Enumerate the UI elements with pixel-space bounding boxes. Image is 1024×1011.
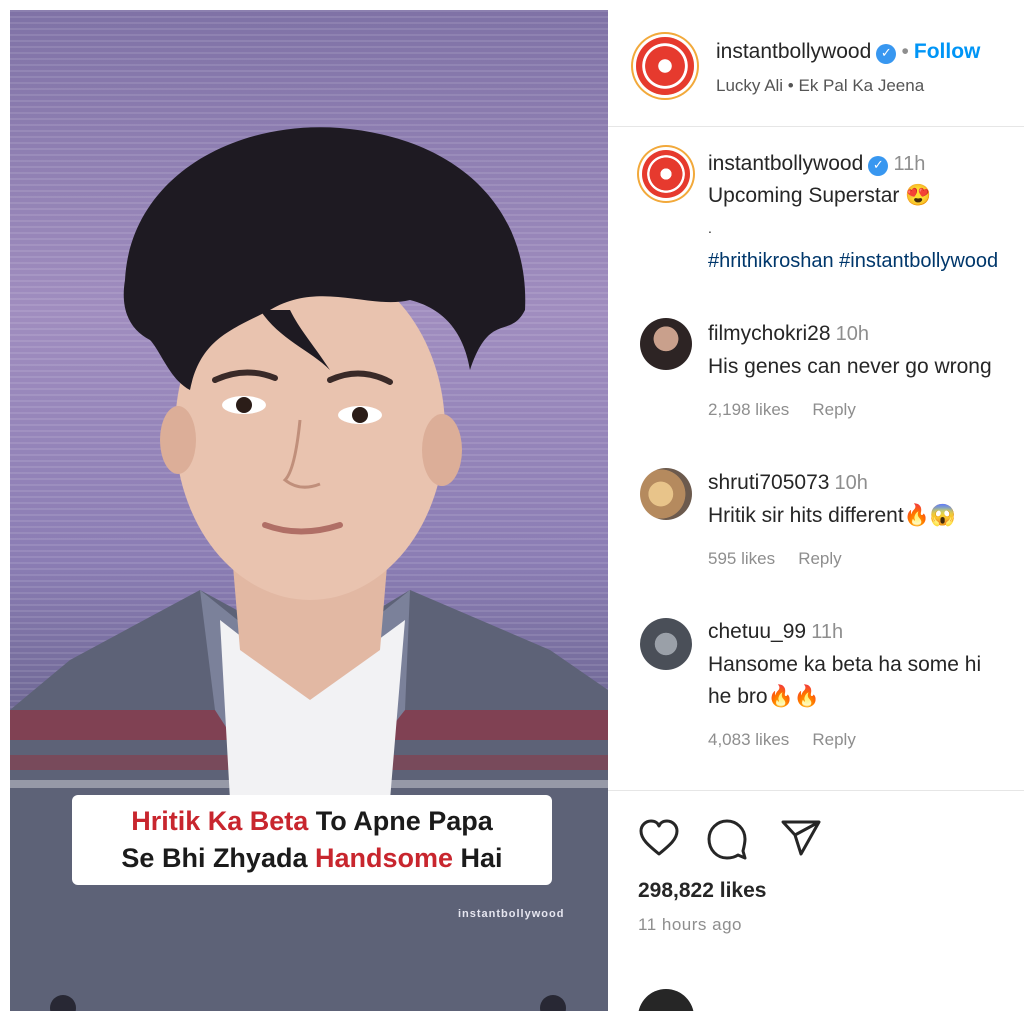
caption-highlight-2: Handsome	[314, 843, 454, 873]
post-media[interactable]: Hritik Ka Beta To Apne Papa Se Bhi Zhyad…	[10, 10, 608, 1011]
comment-item: filmychokri28 10h	[708, 322, 869, 346]
caption-dot: .	[708, 220, 712, 236]
media-watermark: instantbollywood	[458, 908, 565, 920]
comment-username[interactable]: chetuu_99	[708, 620, 806, 643]
caption-text: Upcoming Superstar 😍	[708, 184, 931, 208]
author-username[interactable]: instantbollywood	[716, 40, 871, 63]
post-sidebar: instantbollywood ✓ • Follow Lucky Ali • …	[608, 10, 1024, 1011]
comment-text: His genes can never go wrong	[708, 355, 992, 378]
caption-time: 11h	[893, 153, 926, 175]
reply-button[interactable]: Reply	[798, 549, 841, 568]
overlay-caption: Hritik Ka Beta To Apne Papa Se Bhi Zhyad…	[72, 795, 552, 885]
post-actions: 298,822 likes 11 hours ago	[608, 790, 1024, 1011]
comment-username[interactable]: shruti705073	[708, 471, 829, 494]
author-avatar[interactable]	[636, 37, 694, 95]
caption-text-2a: Se Bhi Zhyada	[121, 843, 315, 873]
comment-likes[interactable]: 595 likes	[708, 549, 775, 568]
follow-button[interactable]: Follow	[914, 40, 981, 63]
reply-button[interactable]: Reply	[812, 730, 855, 749]
heart-icon[interactable]	[638, 819, 680, 857]
caption-text-1: To Apne Papa	[308, 806, 493, 836]
verified-badge-icon: ✓	[868, 155, 889, 176]
comment-time: 10h	[834, 472, 868, 494]
audio-track[interactable]: Lucky Ali • Ek Pal Ka Jeena	[716, 76, 924, 96]
comment-text: Hritik sir hits different🔥😱	[708, 504, 956, 527]
caption-line-1: Hritik Ka Beta To Apne Papa	[131, 803, 493, 840]
comment-avatar[interactable]	[640, 618, 692, 670]
comment-username[interactable]: filmychokri28	[708, 322, 831, 345]
verified-badge-icon: ✓	[876, 43, 897, 64]
comment-time: 11h	[811, 621, 844, 643]
caption-line-2: Se Bhi Zhyada Handsome Hai	[121, 840, 502, 877]
comment-avatar[interactable]	[640, 318, 692, 370]
caption-hashtags[interactable]: #hrithikroshan #instantbollywood	[708, 250, 998, 273]
heart-eyes-emoji: 😍	[905, 184, 932, 207]
header-separator: •	[901, 40, 909, 63]
reply-button[interactable]: Reply	[812, 400, 855, 419]
comment-likes[interactable]: 2,198 likes	[708, 400, 789, 419]
post-header: instantbollywood ✓ • Follow Lucky Ali • …	[608, 10, 1024, 127]
comment-icon[interactable]	[706, 818, 748, 860]
likes-count[interactable]: 298,822 likes	[638, 879, 766, 903]
comment-time: 10h	[835, 323, 870, 345]
post-timestamp: 11 hours ago	[638, 915, 742, 934]
share-icon[interactable]	[780, 819, 822, 857]
caption-text-2b: Hai	[453, 843, 503, 873]
comment-likes[interactable]: 4,083 likes	[708, 730, 789, 749]
caption-avatar[interactable]	[642, 150, 690, 198]
comment-text-line-1: Hansome ka beta ha some hi	[708, 653, 982, 676]
comment-text-line-2: he bro🔥🔥	[708, 685, 820, 708]
comment-avatar[interactable]	[640, 468, 692, 520]
caption-highlight-1: Hritik Ka Beta	[131, 806, 309, 836]
caption-body: Upcoming Superstar	[708, 184, 900, 207]
current-user-avatar	[638, 989, 694, 1011]
caption-username[interactable]: instantbollywood	[708, 152, 863, 175]
